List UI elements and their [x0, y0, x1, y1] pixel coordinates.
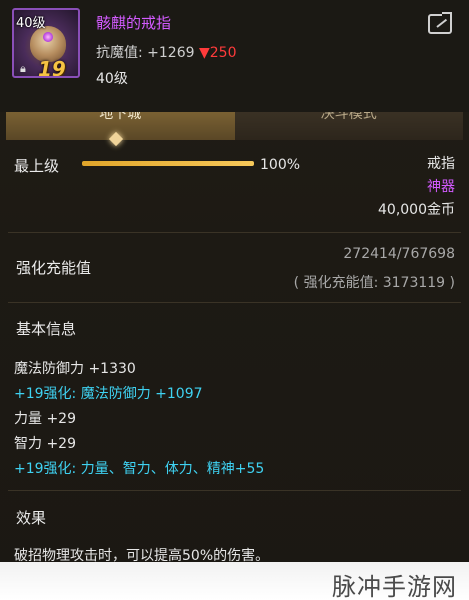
item-slot: 戒指 [427, 156, 455, 172]
charge-value: 272414/767698 [343, 246, 455, 262]
stat-line: 智力 +29 [14, 436, 76, 452]
enhance-level-badge: 19 [38, 57, 66, 78]
grade-progress-bar [82, 161, 254, 166]
share-icon[interactable] [428, 12, 452, 34]
purple-gem-icon [43, 32, 53, 42]
item-rarity: 神器 [427, 179, 455, 195]
lock-icon: 🔒︎ [20, 62, 26, 75]
tab-duel-label: 决斗模式 [320, 112, 377, 122]
item-name: 骸麒的戒指 [96, 14, 172, 32]
site-watermark: 脉冲手游网 [332, 573, 457, 600]
tab-dungeon-label: 地下城 [99, 112, 142, 122]
icon-level-badge: 40级 [16, 16, 46, 31]
mode-tabs: 地下城 决斗模式 [6, 112, 463, 140]
item-header: 40级 🔒︎ 19 骸麒的戒指 抗魔值: +1269 ▼250 40级 [0, 0, 469, 112]
item-tooltip-panel: 40级 🔒︎ 19 骸麒的戒指 抗魔值: +1269 ▼250 40级 地下城 … [0, 0, 469, 600]
ring-item-icon[interactable]: 40级 🔒︎ 19 [12, 8, 80, 78]
divider [8, 490, 461, 491]
resist-value: 抗魔值: +1269 ▼250 [96, 42, 236, 62]
grade-progress-text: 100% [260, 157, 301, 173]
stat-line: +19强化: 魔法防御力 +1097 [14, 386, 203, 402]
basic-info-title: 基本信息 [16, 320, 77, 338]
grade-label: 最上级 [14, 157, 60, 175]
stat-line: 魔法防御力 +1330 [14, 361, 136, 377]
resist-drop: ▼250 [198, 45, 237, 61]
charge-total: ( 强化充能值: 3173119 ) [293, 275, 455, 291]
stat-line: 力量 +29 [14, 411, 76, 427]
divider [8, 302, 461, 303]
item-price: 40,000金币 [378, 202, 455, 218]
item-level: 40级 [96, 71, 128, 87]
tab-duel-mode[interactable]: 决斗模式 [234, 112, 463, 140]
divider [8, 232, 461, 233]
grade-progress-fill [82, 161, 254, 166]
resist-text: 抗魔值: +1269 [96, 45, 195, 61]
charge-label: 强化充能值 [16, 259, 92, 277]
effect-title: 效果 [16, 509, 47, 527]
stat-line: +19强化: 力量、智力、体力、精神+55 [14, 461, 265, 477]
